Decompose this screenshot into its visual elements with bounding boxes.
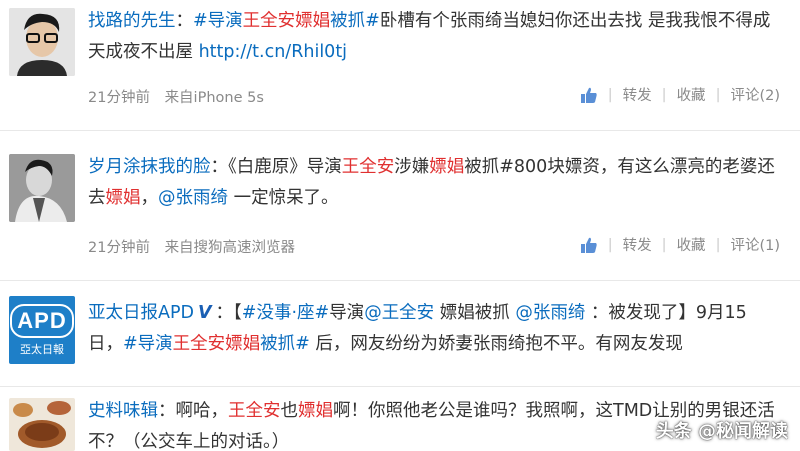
highlight-text: 王全安 [172,334,226,354]
watermark: 头条 @秘闻解读 [655,421,788,442]
post-text-segment: 《白鹿原》导演 [228,157,342,177]
avatar[interactable] [9,8,75,76]
highlight-text: 王全安 [228,401,281,421]
username-link[interactable]: 找路的先生 [88,11,176,31]
verified-badge-icon: V [198,303,212,323]
timestamp[interactable]: 21分钟前 [88,90,150,106]
comment-button[interactable]: 评论(2) [730,84,780,105]
user-photo [9,8,75,76]
source[interactable]: 来自iPhone 5s [165,90,264,106]
post-text-segment: 一定惊呆了。 [228,188,339,208]
post-link[interactable]: @张雨绮 [515,303,585,323]
post-link[interactable]: #导演 [193,11,243,31]
avatar[interactable]: APD 亞太日報 [9,296,75,364]
separator: | [661,236,667,253]
colon: ： [175,11,194,31]
highlight-text: 嫖娼 [295,11,331,31]
timestamp[interactable]: 21分钟前 [88,240,150,256]
post-meta: 21分钟前 来自iPhone 5s [88,86,274,107]
source[interactable]: 来自搜狗高速浏览器 [165,240,296,256]
like-icon[interactable] [580,236,598,254]
post-link[interactable]: @王全安 [364,303,434,323]
favorite-button[interactable]: 收藏 [677,234,706,255]
username-link[interactable]: 亚太日报APD [88,303,194,323]
post-link[interactable]: @张雨绮 [158,188,228,208]
like-icon[interactable] [580,86,598,104]
colon: ： [215,303,234,323]
highlight-text: 嫖娼 [298,401,333,421]
post-text: 找路的先生：#导演王全安嫖娼被抓#卧槽有个张雨绮当媳妇你还出去找 是我我恨不得成… [88,6,780,68]
avatar-logo-subtext: 亞太日報 [20,342,64,356]
favorite-button[interactable]: 收藏 [677,84,706,105]
post-text: 亚太日报APD V ：【#没事·座#导演@王全安 嫖娼被抓 @张雨绮 ：被发现了】9… [88,298,780,360]
post-actions: | 转发 | 收藏 | 评论(1) [580,234,780,255]
colon: ： [158,401,176,421]
avatar-logo-text: APD [10,303,74,338]
highlight-text: 王全安 [341,157,395,177]
post-actions: | 转发 | 收藏 | 评论(2) [580,84,780,105]
highlight-text: 嫖娼 [105,188,141,208]
post-text-segment: 也 [280,401,299,421]
separator: | [715,86,721,103]
highlight-text: 嫖娼 [429,157,465,177]
divider [0,280,800,281]
username-link[interactable]: 岁月涂抹我的脸 [88,157,211,177]
divider [0,130,800,131]
highlight-text: 嫖娼 [225,334,261,354]
post-text-segment: 导演 [329,303,365,323]
post-link[interactable]: #没事·座# [242,303,329,323]
post-text: 岁月涂抹我的脸：《白鹿原》导演王全安涉嫌嫖娼被抓#800块嫖资，有这么漂亮的老婆… [88,152,780,214]
post-meta: 21分钟前 来自搜狗高速浏览器 [88,236,305,257]
separator: | [715,236,721,253]
post-text-segment: 涉嫌 [394,157,430,177]
separator: | [661,86,667,103]
post-link[interactable]: http://t.cn/Rhil0tj [199,42,347,62]
username-link[interactable]: 史料味辑 [88,401,158,421]
post-text-segment: 后，网友纷纷为娇妻张雨绮抱不平。有网友发现 [309,334,683,354]
avatar[interactable] [9,154,75,222]
post-link[interactable]: #导演 [123,334,173,354]
repost-button[interactable]: 转发 [623,234,652,255]
separator: | [607,86,613,103]
post-link[interactable]: 被抓# [260,334,310,354]
colon: ： [210,157,229,177]
post-text-segment: 嫖娼被抓 [434,303,516,323]
comment-button[interactable]: 评论(1) [730,234,780,255]
divider [0,386,800,387]
post-text-segment: ， [140,188,159,208]
post-text-segment: 啊哈， [175,401,229,421]
repost-button[interactable]: 转发 [623,84,652,105]
post-text-segment: 【 [233,303,242,323]
user-photo [9,154,75,222]
user-photo [9,398,75,451]
highlight-text: 王全安 [242,11,296,31]
separator: | [607,236,613,253]
post-link[interactable]: 被抓# [330,11,380,31]
avatar[interactable] [9,398,75,451]
